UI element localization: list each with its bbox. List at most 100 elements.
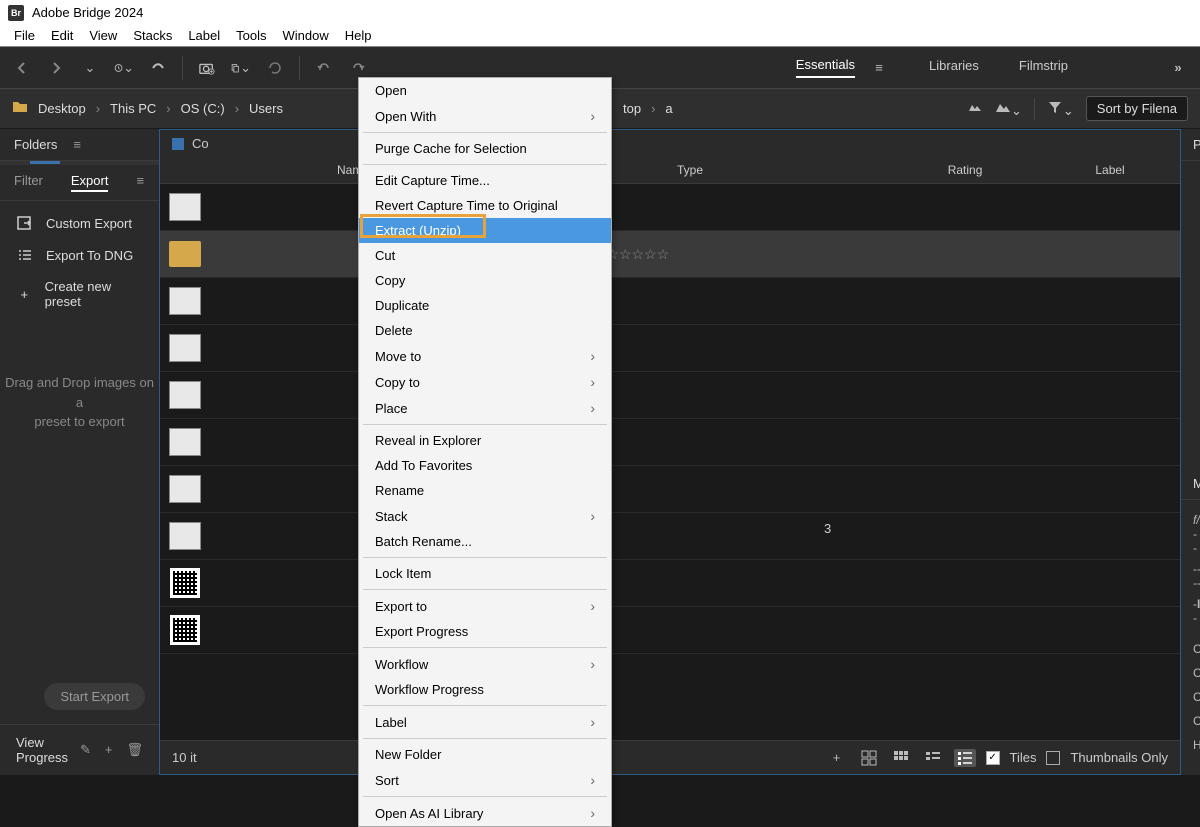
export-tab[interactable]: Export bbox=[71, 173, 109, 192]
table-row[interactable]: GIF image bbox=[160, 419, 1180, 466]
metadata-panel-header[interactable]: Metadata ≡ bbox=[1181, 468, 1200, 500]
context-menu-item[interactable]: Rename bbox=[359, 478, 611, 503]
context-menu-item[interactable]: New Folder bbox=[359, 742, 611, 767]
menu-help[interactable]: Help bbox=[337, 28, 380, 43]
tab-filmstrip[interactable]: Filmstrip bbox=[1019, 58, 1068, 77]
table-row[interactable]: ZIP archive⊘ ☆☆☆☆☆ bbox=[160, 231, 1180, 278]
export-dropzone[interactable]: Drag and Drop images on a preset to expo… bbox=[0, 323, 159, 669]
col-rating[interactable]: Rating bbox=[890, 163, 1040, 177]
filter-tab[interactable]: Filter bbox=[14, 173, 43, 192]
plus-icon[interactable]: + bbox=[105, 742, 113, 758]
table-row[interactable]: GIF image bbox=[160, 325, 1180, 372]
menu-file[interactable]: File bbox=[6, 28, 43, 43]
sort-button[interactable]: Sort by Filena bbox=[1086, 96, 1188, 121]
table-row[interactable]: PNG image bbox=[160, 607, 1180, 654]
context-menu-item[interactable]: Stack bbox=[359, 503, 611, 529]
hamburger-icon[interactable]: ≡ bbox=[73, 137, 81, 152]
table-row[interactable]: 3PNG image bbox=[160, 513, 1180, 560]
export-dng-item[interactable]: Export To DNG bbox=[0, 239, 159, 271]
pencil-icon[interactable]: ✎ bbox=[80, 742, 91, 758]
tab-essentials[interactable]: Essentials bbox=[796, 57, 855, 78]
context-menu-item[interactable]: Delete bbox=[359, 318, 611, 343]
context-menu-item[interactable]: Open bbox=[359, 78, 611, 103]
grid-view-icon[interactable] bbox=[858, 749, 880, 767]
context-menu-item[interactable]: Lock Item bbox=[359, 561, 611, 586]
context-menu-item[interactable]: Move to bbox=[359, 343, 611, 369]
preview-panel-header[interactable]: Preview ≡ bbox=[1181, 129, 1200, 161]
row-thumbnail bbox=[160, 568, 210, 598]
thumb-view-icon[interactable] bbox=[890, 749, 912, 767]
crumb-top[interactable]: top bbox=[623, 101, 641, 116]
context-menu-item[interactable]: Label bbox=[359, 709, 611, 735]
table-row[interactable]: GIF image bbox=[160, 466, 1180, 513]
menu-edit[interactable]: Edit bbox=[43, 28, 81, 43]
col-label[interactable]: Label bbox=[1040, 163, 1180, 177]
list-view-icon[interactable] bbox=[922, 749, 944, 767]
menu-window[interactable]: Window bbox=[275, 28, 337, 43]
recent-icon[interactable]: ⌄ bbox=[114, 58, 134, 78]
context-menu-item[interactable]: Place bbox=[359, 395, 611, 421]
copy-icon[interactable]: ⌄ bbox=[231, 58, 251, 78]
redo-icon[interactable] bbox=[348, 58, 368, 78]
context-menu-item[interactable]: Revert Capture Time to Original bbox=[359, 193, 611, 218]
trash-icon[interactable]: 🗑 bbox=[127, 742, 144, 758]
thumbsize-large-icon[interactable]: ⌄ bbox=[995, 99, 1022, 119]
camera-icon[interactable] bbox=[197, 58, 217, 78]
context-menu-item[interactable]: Cut bbox=[359, 243, 611, 268]
context-menu-item[interactable]: Add To Favorites bbox=[359, 453, 611, 478]
context-menu-item[interactable]: Workflow bbox=[359, 651, 611, 677]
content-panel: Co Name Type Rating Label PNG imageZIP a… bbox=[159, 129, 1181, 775]
hamburger-icon[interactable]: ≡ bbox=[869, 58, 889, 78]
context-menu-item[interactable]: Batch Rename... bbox=[359, 529, 611, 554]
menubar: File Edit View Stacks Label Tools Window… bbox=[0, 25, 1200, 47]
add-icon[interactable]: + bbox=[826, 749, 848, 767]
context-menu-item[interactable]: Reveal in Explorer bbox=[359, 428, 611, 453]
context-menu-item[interactable]: Open With bbox=[359, 103, 611, 129]
boomerang-icon[interactable] bbox=[148, 58, 168, 78]
menu-stacks[interactable]: Stacks bbox=[125, 28, 180, 43]
context-menu-item[interactable]: Copy bbox=[359, 268, 611, 293]
crumb-thispc[interactable]: This PC bbox=[110, 101, 156, 116]
menu-tools[interactable]: Tools bbox=[228, 28, 274, 43]
row-thumbnail bbox=[160, 193, 210, 221]
start-export-button[interactable]: Start Export bbox=[44, 683, 145, 710]
context-menu-item[interactable]: Copy to bbox=[359, 369, 611, 395]
thumbsize-small-icon[interactable] bbox=[967, 99, 983, 118]
undo-icon[interactable] bbox=[314, 58, 334, 78]
custom-export-item[interactable]: Custom Export bbox=[0, 207, 159, 239]
context-menu-item[interactable]: Duplicate bbox=[359, 293, 611, 318]
context-menu-item[interactable]: Purge Cache for Selection bbox=[359, 136, 611, 161]
menu-label[interactable]: Label bbox=[180, 28, 228, 43]
context-menu-item[interactable]: Sort bbox=[359, 767, 611, 793]
tab-libraries[interactable]: Libraries bbox=[929, 58, 979, 77]
table-row[interactable]: PNG image bbox=[160, 560, 1180, 607]
tiles-checkbox[interactable]: ✓ bbox=[986, 751, 1000, 765]
crumb-desktop[interactable]: Desktop bbox=[38, 101, 86, 116]
table-row[interactable]: GIF image bbox=[160, 278, 1180, 325]
context-menu-item[interactable]: Export to bbox=[359, 593, 611, 619]
crumb-users[interactable]: Users bbox=[249, 101, 283, 116]
overflow-icon[interactable]: » bbox=[1168, 58, 1188, 78]
table-row[interactable]: PNG image bbox=[160, 184, 1180, 231]
table-row[interactable]: GIF image bbox=[160, 372, 1180, 419]
view-progress-label[interactable]: View Progress bbox=[16, 735, 68, 765]
refresh-icon[interactable] bbox=[265, 58, 285, 78]
folders-label: Folders bbox=[14, 137, 57, 152]
crumb-a[interactable]: a bbox=[665, 101, 672, 116]
dropdown-icon[interactable]: ⌄ bbox=[80, 58, 100, 78]
filter-icon[interactable]: ⌄ bbox=[1047, 99, 1074, 119]
menu-view[interactable]: View bbox=[81, 28, 125, 43]
hamburger-icon[interactable]: ≡ bbox=[136, 173, 144, 192]
crumb-os[interactable]: OS (C:) bbox=[181, 101, 225, 116]
create-preset-item[interactable]: + Create new preset bbox=[0, 271, 159, 317]
nav-forward-icon[interactable] bbox=[46, 58, 66, 78]
context-menu-item[interactable]: Edit Capture Time... bbox=[359, 168, 611, 193]
context-menu-item[interactable]: Export Progress bbox=[359, 619, 611, 644]
thumbnails-checkbox[interactable] bbox=[1046, 751, 1060, 765]
context-menu-item[interactable]: Extract (Unzip) bbox=[359, 218, 611, 243]
folders-panel-header[interactable]: Folders ≡ bbox=[0, 129, 159, 161]
context-menu-item[interactable]: Workflow Progress bbox=[359, 677, 611, 702]
nav-back-icon[interactable] bbox=[12, 58, 32, 78]
details-view-icon[interactable] bbox=[954, 749, 976, 767]
context-menu-item[interactable]: Open As AI Library bbox=[359, 800, 611, 826]
